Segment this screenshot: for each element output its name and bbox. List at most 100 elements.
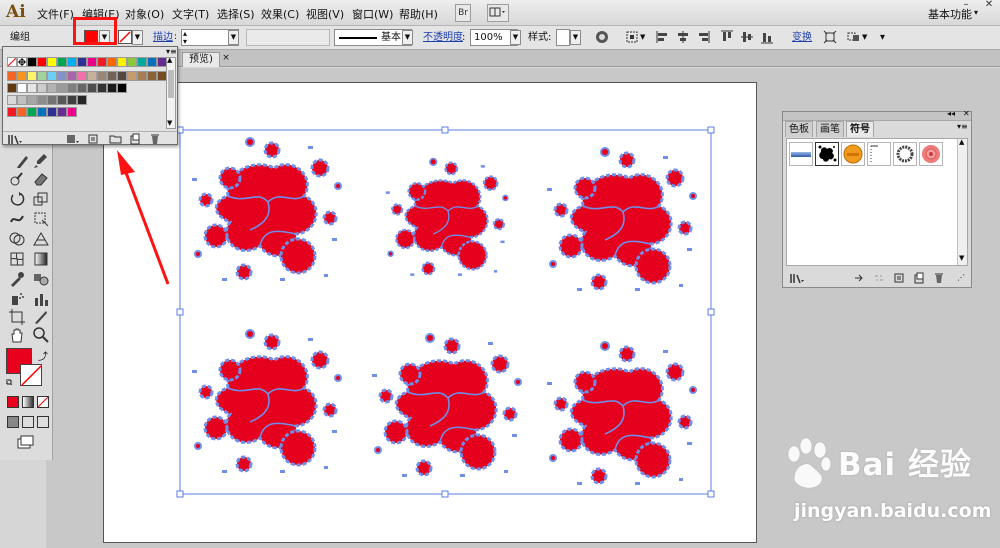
transform-link[interactable]: 变换 (792, 29, 812, 46)
color-swatch[interactable] (107, 83, 117, 93)
none-mode-button[interactable] (37, 396, 49, 408)
shape-builder-tool-icon[interactable] (8, 230, 26, 248)
color-swatch[interactable] (137, 57, 147, 67)
free-transform-tool-icon[interactable] (32, 210, 50, 228)
color-swatch[interactable] (37, 95, 47, 105)
break-link-icon[interactable] (873, 272, 885, 284)
color-swatch[interactable] (47, 83, 57, 93)
color-swatch[interactable] (117, 83, 127, 93)
stepper-arrows-icon[interactable]: ▴ ▾ (183, 30, 187, 46)
color-swatch[interactable] (27, 71, 37, 81)
scroll-up-arrow[interactable]: ▲ (959, 138, 964, 146)
color-swatch[interactable] (7, 95, 17, 105)
symbol-sprayer-tool-icon[interactable] (8, 290, 26, 308)
menu-type[interactable]: 文字(T) (172, 6, 209, 22)
tab-swatches[interactable]: 色板 (785, 121, 813, 137)
align-dropdown-arrow[interactable]: ▼ (640, 29, 645, 46)
artwork-layer[interactable] (103, 82, 763, 548)
opacity-dropdown[interactable]: ▼ (510, 30, 521, 45)
color-mode-button[interactable] (7, 396, 19, 408)
color-swatch[interactable] (97, 57, 107, 67)
color-swatch[interactable] (117, 71, 127, 81)
color-swatch[interactable] (27, 95, 37, 105)
color-swatch[interactable] (67, 83, 77, 93)
ink-splat-5[interactable] (370, 332, 523, 479)
color-swatch[interactable] (37, 83, 47, 93)
rotate-tool-icon[interactable] (8, 190, 26, 208)
color-swatch[interactable] (17, 83, 27, 93)
style-dropdown[interactable]: ▼ (570, 30, 581, 45)
hand-tool-icon[interactable] (8, 326, 26, 344)
isolate-group-icon[interactable] (823, 30, 837, 44)
document-tab[interactable]: 预览) (182, 52, 220, 67)
symbol-libraries-icon[interactable] (789, 272, 805, 284)
color-swatch[interactable] (77, 95, 87, 105)
symbol-dotted-frame[interactable] (867, 142, 891, 166)
mesh-tool-icon[interactable] (8, 250, 26, 268)
color-swatch[interactable] (37, 107, 47, 117)
color-swatch[interactable] (7, 71, 17, 81)
symbol-blue-bar[interactable] (789, 142, 813, 166)
color-swatch[interactable] (7, 107, 17, 117)
align-options-icon[interactable] (625, 30, 639, 44)
color-swatch[interactable] (47, 95, 57, 105)
ink-splat-1[interactable] (190, 136, 343, 283)
menu-file[interactable]: 文件(F) (37, 6, 74, 22)
color-swatch[interactable] (87, 71, 97, 81)
align-right-icon[interactable] (696, 30, 710, 44)
color-swatch[interactable] (17, 71, 27, 81)
panel-menu-icon[interactable]: ▾≡ (166, 47, 177, 56)
color-swatch[interactable] (67, 57, 77, 67)
close-panel-icon[interactable]: ✕ (963, 109, 970, 118)
color-swatch[interactable] (7, 83, 17, 93)
new-symbol-icon[interactable] (913, 272, 925, 284)
scroll-down-arrow[interactable]: ▼ (959, 254, 964, 262)
align-left-icon[interactable] (656, 30, 670, 44)
panel-menu-icon[interactable]: ▾≡ (957, 122, 968, 131)
swatch-libraries-icon[interactable] (7, 133, 23, 145)
new-swatch-icon[interactable] (129, 133, 141, 145)
artboard-tool-icon[interactable] (8, 308, 26, 326)
menu-help[interactable]: 帮助(H) (399, 6, 438, 22)
draw-inside-button[interactable] (37, 416, 49, 428)
close-window-icon[interactable]: ✕ (978, 0, 1000, 12)
scroll-up-arrow[interactable]: ▲ (167, 56, 172, 64)
close-tab-icon[interactable]: × (221, 53, 231, 63)
color-swatch[interactable] (47, 71, 57, 81)
eyedropper-tool-icon[interactable] (8, 270, 26, 288)
swatch-options-icon[interactable] (87, 133, 99, 145)
similar-dropdown-arrow[interactable]: ▼ (862, 29, 867, 46)
symbol-options-icon[interactable] (893, 272, 905, 284)
stroke-dropdown-arrow[interactable]: ▼ (132, 30, 143, 45)
color-swatch[interactable] (107, 57, 117, 67)
stroke-weight-dropdown[interactable]: ▼ (228, 30, 239, 45)
draw-behind-button[interactable] (22, 416, 34, 428)
show-swatch-kinds-icon[interactable] (65, 133, 81, 145)
color-swatch[interactable] (77, 57, 87, 67)
swatch-scrollbar[interactable]: ▲ ▼ (166, 56, 176, 129)
color-swatch[interactable] (17, 107, 27, 117)
default-fill-stroke-icon[interactable]: ⧉ (6, 378, 12, 388)
color-swatch[interactable] (87, 57, 97, 67)
color-swatch[interactable] (27, 107, 37, 117)
menu-object[interactable]: 对象(O) (125, 6, 164, 22)
color-swatch[interactable] (77, 71, 87, 81)
gradient-mode-button[interactable] (22, 396, 34, 408)
color-swatch[interactable] (57, 95, 67, 105)
warp-tool-icon[interactable] (8, 210, 26, 228)
color-swatch[interactable] (37, 57, 47, 67)
delete-swatch-icon[interactable] (149, 133, 161, 145)
scroll-thumb[interactable] (168, 70, 174, 98)
color-swatch[interactable] (147, 57, 157, 67)
scale-tool-icon[interactable] (32, 190, 50, 208)
swap-fill-stroke-icon[interactable]: ⤴ (38, 348, 48, 363)
zoom-tool-icon[interactable] (32, 326, 50, 344)
ink-splat-6[interactable] (545, 340, 698, 487)
eraser-tool-icon[interactable] (32, 170, 50, 188)
slice-tool-icon[interactable] (32, 308, 50, 326)
variable-width-profile[interactable] (246, 29, 330, 46)
screen-mode-icon[interactable] (16, 434, 34, 452)
color-swatch[interactable] (77, 83, 87, 93)
arrange-documents-button[interactable] (487, 4, 509, 22)
menu-window[interactable]: 窗口(W) (352, 6, 393, 22)
